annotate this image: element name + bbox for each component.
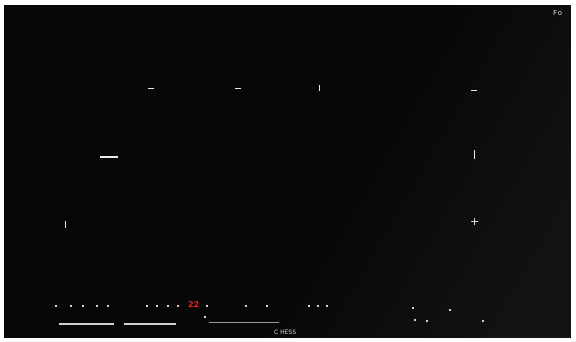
- af-point-mid-left: [100, 156, 118, 158]
- af-point-mid-right: [474, 150, 475, 159]
- hud-dot-21: [482, 320, 484, 322]
- af-point-top-4: [471, 90, 477, 91]
- hud-dot-14: [317, 305, 319, 307]
- af-point-top-1: [148, 88, 154, 89]
- hud-dot-7: [156, 305, 158, 307]
- hud-dot-15: [326, 305, 328, 307]
- af-point-top-2: [235, 88, 241, 89]
- lens-reflection: [259, 5, 571, 338]
- bottom-label: C HESS: [274, 329, 297, 336]
- hud-dot-3: [82, 305, 84, 307]
- hud-dot-1: [55, 305, 57, 307]
- hud-dot-8: [167, 305, 169, 307]
- hud-dot-2: [70, 305, 72, 307]
- af-point-low-left: [65, 221, 66, 228]
- viewfinder-screen: Fo + 22 C HESS: [4, 5, 571, 338]
- hud-dot-18: [204, 316, 206, 318]
- hud-dot-9: [177, 305, 179, 307]
- hud-dot-4: [96, 305, 98, 307]
- exposure-bar-left: [59, 323, 114, 325]
- hud-dot-11: [245, 305, 247, 307]
- hud-bar: 22 C HESS: [4, 298, 571, 338]
- hud-dot-17: [449, 309, 451, 311]
- hud-dot-6: [146, 305, 148, 307]
- hud-dot-20: [426, 320, 428, 322]
- hud-dot-12: [266, 305, 268, 307]
- hud-dot-13: [308, 305, 310, 307]
- hud-dot-19: [414, 319, 416, 321]
- corner-indicator: Fo: [552, 9, 563, 17]
- hud-dot-10: [206, 305, 208, 307]
- hud-dot-5: [107, 305, 109, 307]
- exposure-scale: [209, 322, 279, 323]
- exposure-bar-right: [124, 323, 176, 325]
- af-crosshair-icon: +: [470, 215, 480, 228]
- hud-dot-16: [412, 307, 414, 309]
- exposure-warning: 22: [188, 300, 200, 309]
- af-point-top-3: [319, 85, 320, 91]
